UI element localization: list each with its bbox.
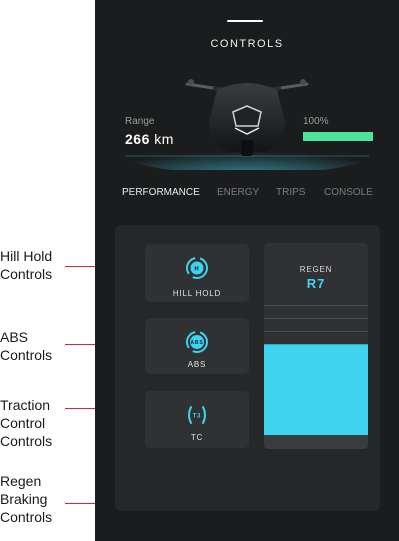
range-number: 266	[125, 131, 150, 147]
tab-bar: PERFORMANCE ENERGY TRIPS CONSOLE	[122, 187, 392, 201]
regen-slider[interactable]: REGEN R7	[264, 243, 368, 449]
regen-segment[interactable]	[264, 370, 368, 384]
annotation-hill-hold: Hill Hold Controls	[0, 248, 53, 282]
abs-button[interactable]: ABS ABS	[145, 318, 249, 374]
regen-segment[interactable]	[264, 318, 368, 332]
motorcycle-image	[125, 79, 369, 170]
regen-segment[interactable]	[264, 383, 368, 397]
tc-label: TC	[190, 433, 204, 442]
tab-console[interactable]: CONSOLE	[324, 187, 373, 198]
tc-button[interactable]: T3 TC	[145, 391, 249, 448]
range-value: 266 km	[125, 131, 174, 147]
hill-hold-button[interactable]: H HILL HOLD	[145, 244, 249, 302]
range-label: Range	[125, 116, 155, 127]
annotation-traction: Traction Control Controls	[0, 397, 53, 449]
regen-base	[264, 435, 368, 449]
abs-icon: ABS	[186, 331, 208, 353]
regen-segment[interactable]	[264, 305, 368, 319]
annotation-regen: Regen Braking Controls	[0, 473, 53, 525]
phone-screen: CONTROLS Range 266 km 100% PERFORMANCE E…	[95, 0, 399, 541]
hill-hold-icon-text: H	[194, 267, 199, 273]
page-title: CONTROLS	[210, 38, 284, 50]
battery-bar-fill	[303, 132, 373, 141]
abs-icon-text: ABS	[191, 340, 204, 346]
battery-label: 100%	[303, 116, 329, 127]
regen-segment[interactable]	[264, 422, 368, 436]
regen-segment[interactable]	[264, 409, 368, 423]
regen-value: R7	[306, 276, 326, 291]
hill-hold-label: HILL HOLD	[172, 289, 222, 298]
regen-label: REGEN	[299, 265, 333, 274]
tc-icon-text: T3	[193, 414, 202, 420]
traction-control-icon: T3	[188, 406, 206, 424]
regen-segment[interactable]	[264, 344, 368, 358]
regen-segment[interactable]	[264, 357, 368, 371]
battery-bar	[303, 132, 373, 141]
drag-handle[interactable]	[227, 20, 263, 22]
abs-label: ABS	[187, 360, 207, 369]
tab-trips[interactable]: TRIPS	[276, 187, 305, 198]
controls-card: H HILL HOLD ABS ABS T3 TC REGEN R7	[115, 225, 380, 511]
annotation-abs: ABS Controls	[0, 329, 53, 363]
range-unit: km	[154, 131, 174, 147]
tab-performance[interactable]: PERFORMANCE	[122, 187, 200, 198]
tab-energy[interactable]: ENERGY	[217, 187, 259, 198]
regen-segment[interactable]	[264, 396, 368, 410]
regen-segment[interactable]	[264, 331, 368, 345]
hill-hold-icon: H	[186, 257, 208, 279]
